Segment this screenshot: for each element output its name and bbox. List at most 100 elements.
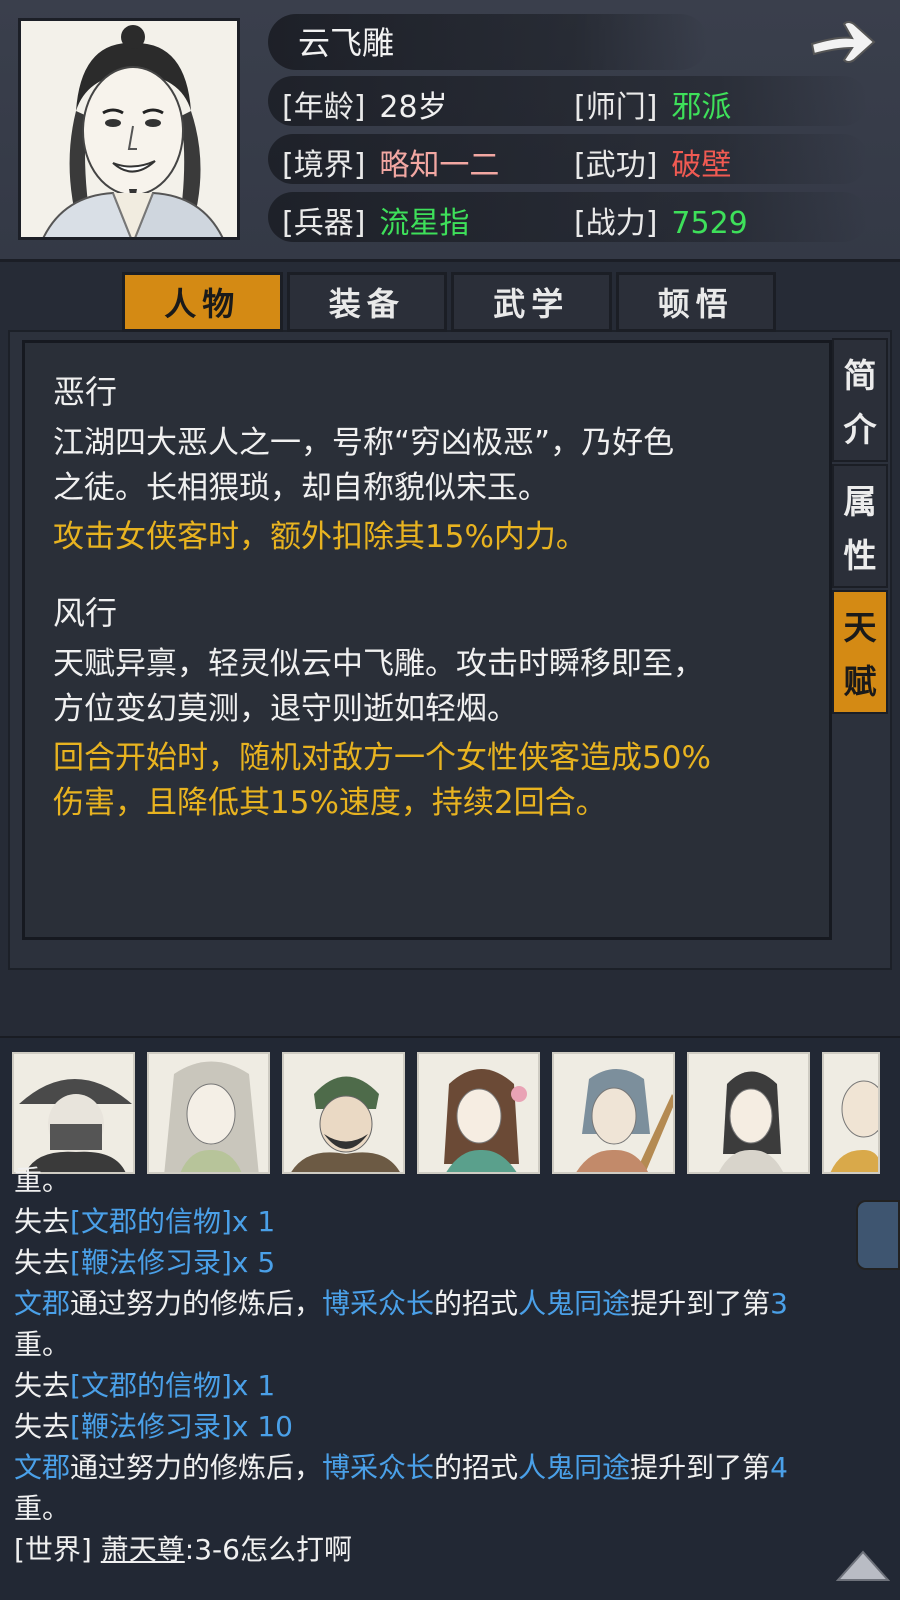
talent-desc-line: 方位变幻莫测，退守则逝如轻烟。 [53,691,518,727]
hero-card[interactable] [822,1052,880,1174]
tab-martial-arts[interactable]: 武学 [451,272,612,332]
log-text: 失去 [14,1246,71,1279]
side-tab-attributes[interactable]: 属 性 [832,464,888,588]
hero-portrait [19,1079,132,1172]
chat-user[interactable]: 萧天尊 [101,1533,185,1566]
side-tab-talent[interactable]: 天 赋 [832,590,888,714]
talent-effect-line: 攻击女侠客时，额外扣除其15%内力。 [53,519,587,555]
log-school[interactable]: 博采众长 [322,1287,434,1320]
hero-portrait [291,1076,400,1172]
chat-channel: [世界] [14,1533,92,1566]
triangle-up-icon [835,1550,891,1581]
hero-portrait [576,1069,673,1172]
log-skill[interactable]: 人鬼同途 [518,1287,630,1320]
talent-name: 风行 [53,594,118,632]
log-level: 3 [770,1287,788,1320]
side-tab-char: 天 [843,608,877,647]
log-line: 重。 [14,1328,71,1361]
talent-entry: 风行 天赋异禀，轻灵似云中飞雕。攻击时瞬移即至， 方位变幻莫测，退守则逝如轻烟。… [53,588,801,826]
stat-value: 7529 [671,206,748,241]
hero-portrait [444,1069,527,1172]
character-portrait [18,18,240,240]
log-line: 失去[鞭法修习录]x 5 [14,1242,884,1283]
message-log: 重。 失去[文郡的信物]x 1 失去[鞭法修习录]x 5 文郡通过努力的修炼后，… [14,1164,884,1570]
talent-entry: 恶行 江湖四大恶人之一，号称“穷凶极恶”，乃好色 之徒。长相猥琐，却自称貌似宋玉… [53,367,801,560]
log-text: 失去 [14,1205,71,1238]
log-text: 提升到了第 [630,1287,771,1320]
stat-label: [兵器] [282,206,366,241]
log-item-link[interactable]: [文郡的信物] [70,1369,232,1402]
side-tab-char: 性 [843,536,877,575]
hero-card[interactable] [12,1052,135,1174]
hero-card[interactable] [687,1052,810,1174]
log-hero-name[interactable]: 文郡 [14,1451,70,1484]
log-school[interactable]: 博采众长 [322,1451,434,1484]
tab-character[interactable]: 人物 [122,272,283,332]
log-line: 失去[文郡的信物]x 1 [14,1365,884,1406]
log-line: 失去[鞭法修习录]x 10 [14,1406,884,1447]
stat-value: 流星指 [379,206,470,241]
stat-label: [武功] [574,148,658,183]
talent-content: 恶行 江湖四大恶人之一，号称“穷凶极恶”，乃好色 之徒。长相猥琐，却自称貌似宋玉… [22,340,832,940]
log-item-link[interactable]: [文郡的信物] [70,1205,232,1238]
scroll-up-button[interactable] [835,1548,891,1584]
chat-line: [世界] 萧天尊:3-6怎么打啊 [14,1529,884,1570]
stat-value: 28岁 [379,90,448,125]
hero-portrait [718,1071,784,1172]
log-line: 重。 [14,1492,71,1525]
log-line: 重。 [14,1164,71,1197]
log-text: 失去 [14,1410,71,1443]
stat-value: 邪派 [671,90,732,125]
log-level: 4 [770,1451,788,1484]
log-text: 的招式 [434,1287,519,1320]
stat-realm: [境界] 略知一二 [282,140,499,184]
log-text: 提升到了第 [630,1451,771,1484]
chat-text: :3-6怎么打啊 [184,1533,352,1566]
log-item-link[interactable]: [鞭法修习录] [70,1246,232,1279]
stat-label: [年龄] [282,90,366,125]
log-line: 文郡通过努力的修炼后，博采众长的招式人鬼同途提升到了第4 [14,1447,884,1488]
stat-label: [境界] [282,148,366,183]
character-name: 云飞雕 [298,24,395,62]
stat-martial: [武功] 破壁 [574,140,731,184]
portrait-image [21,21,237,237]
side-tab-char: 介 [843,410,877,449]
hero-roster [12,1052,900,1174]
log-item-link[interactable]: [鞭法修习录] [70,1410,232,1443]
tab-enlightenment[interactable]: 顿悟 [615,272,776,332]
log-text: 的招式 [434,1451,519,1484]
log-qty: x 1 [231,1369,276,1402]
talent-effect-line: 回合开始时，随机对敌方一个女性侠客造成50% [53,740,711,776]
stat-weapon: [兵器] 流星指 [282,198,469,242]
tab-equipment[interactable]: 装备 [286,272,447,332]
hero-card[interactable] [417,1052,540,1174]
next-arrow-button[interactable] [808,14,878,70]
log-hero-name[interactable]: 文郡 [14,1287,70,1320]
talent-desc-line: 之徒。长相猥琐，却自称貌似宋玉。 [53,470,549,506]
log-line: 失去[文郡的信物]x 1 [14,1201,884,1242]
log-line: 文郡通过努力的修炼后，博采众长的招式人鬼同途提升到了第3 [14,1283,884,1324]
log-text: 通过努力的修炼后， [70,1287,323,1320]
arrow-right-icon [810,21,876,63]
talent-effect-line: 伤害，且降低其15%速度，持续2回合。 [53,785,607,821]
talent-name: 恶行 [53,373,118,411]
side-tab-intro[interactable]: 简 介 [832,338,888,462]
side-tab-char: 赋 [843,662,877,701]
hero-card[interactable] [147,1052,270,1174]
main-tabs: 人物 装备 武学 顿悟 [122,272,776,332]
stat-value: 略知一二 [379,148,500,183]
stat-sect: [师门] 邪派 [574,82,731,126]
hero-card[interactable] [282,1052,405,1174]
log-qty: x 1 [231,1205,276,1238]
log-skill[interactable]: 人鬼同途 [518,1451,630,1484]
talent-desc-line: 天赋异禀，轻灵似云中飞雕。攻击时瞬移即至， [53,646,704,682]
hero-portrait [830,1080,878,1172]
side-tab-char: 属 [843,482,877,521]
hero-card[interactable] [552,1052,675,1174]
stat-value: 破壁 [671,148,732,183]
side-tabs: 简 介 属 性 天 赋 [832,338,888,716]
log-text: 失去 [14,1369,71,1402]
stat-age: [年龄] 28岁 [282,82,448,126]
log-qty: x 10 [231,1410,293,1443]
side-tab-char: 简 [843,356,877,395]
